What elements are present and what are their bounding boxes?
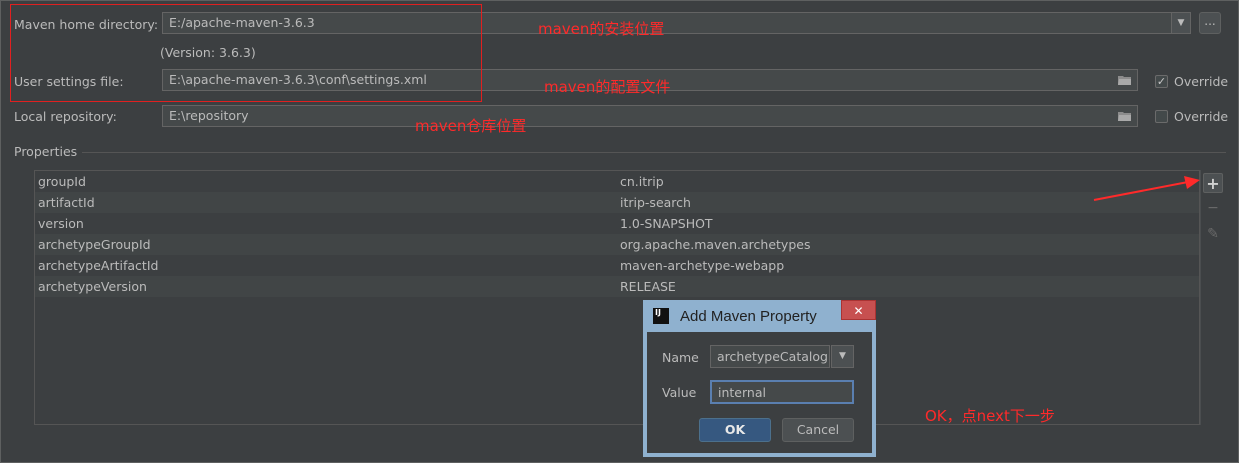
folder-icon[interactable] <box>1118 111 1132 122</box>
property-name-dropdown[interactable]: ▼ <box>831 345 854 368</box>
add-maven-property-dialog: IJ Add Maven Property ✕ Name archetypeCa… <box>643 300 876 457</box>
remove-icon[interactable]: − <box>1203 198 1223 218</box>
ok-button[interactable]: OK <box>699 418 771 442</box>
annotation-box <box>10 4 482 102</box>
annotation-repo-note: maven仓库位置 <box>415 117 527 135</box>
table-row[interactable]: groupId cn.itrip <box>35 171 1199 192</box>
edit-icon[interactable]: ✎ <box>1203 224 1223 244</box>
dialog-value-label: Value <box>662 385 697 400</box>
property-value: RELEASE <box>620 279 676 294</box>
property-key: archetypeArtifactId <box>38 258 159 273</box>
settings-override-label: Override <box>1174 74 1229 89</box>
repo-override-checkbox[interactable] <box>1155 110 1168 123</box>
property-value: cn.itrip <box>620 174 664 189</box>
annotation-home-note: maven的安装位置 <box>538 20 665 38</box>
property-value: org.apache.maven.archetypes <box>620 237 811 252</box>
dialog-name-label: Name <box>662 350 699 365</box>
intellij-logo-icon: IJ <box>653 308 669 324</box>
property-key: artifactId <box>38 195 95 210</box>
folder-icon[interactable] <box>1118 75 1132 86</box>
close-icon: ✕ <box>853 304 864 318</box>
annotation-settings-note: maven的配置文件 <box>544 78 671 96</box>
table-row[interactable]: artifactId itrip-search <box>35 192 1199 213</box>
property-value: itrip-search <box>620 195 691 210</box>
property-key: groupId <box>38 174 86 189</box>
chevron-down-icon: ▼ <box>839 351 846 361</box>
properties-section-label: Properties <box>14 144 78 159</box>
cancel-button[interactable]: Cancel <box>782 418 854 442</box>
dialog-title-bar: IJ Add Maven Property ✕ <box>647 300 876 332</box>
annotation-arrow <box>1093 176 1200 201</box>
table-row[interactable]: archetypeGroupId org.apache.maven.archet… <box>35 234 1199 255</box>
settings-override-checkbox[interactable]: ✓ <box>1155 75 1168 88</box>
dialog-title: Add Maven Property <box>680 308 817 325</box>
annotation-ok-note: OK，点next下一步 <box>925 407 1055 425</box>
chevron-down-icon: ▼ <box>1177 18 1185 28</box>
table-toolbar: + − ✎ <box>1200 170 1224 425</box>
table-row[interactable]: archetypeVersion RELEASE <box>35 276 1199 297</box>
property-value: maven-archetype-webapp <box>620 258 785 273</box>
property-key: archetypeVersion <box>38 279 147 294</box>
section-divider <box>82 152 1226 153</box>
property-key: version <box>38 216 84 231</box>
property-name-combo[interactable]: archetypeCatalog <box>710 345 830 368</box>
maven-home-dropdown[interactable]: ▼ <box>1171 12 1191 34</box>
property-value: 1.0-SNAPSHOT <box>620 216 713 231</box>
check-icon: ✓ <box>1156 75 1167 88</box>
property-key: archetypeGroupId <box>38 237 151 252</box>
repo-override-label: Override <box>1174 109 1229 124</box>
local-repo-label: Local repository: <box>14 109 117 124</box>
close-button[interactable]: ✕ <box>841 300 876 320</box>
properties-table: groupId cn.itrip artifactId itrip-search… <box>34 170 1200 425</box>
property-value-input[interactable]: internal <box>710 380 854 404</box>
maven-home-browse-button[interactable]: ... <box>1199 12 1221 34</box>
table-row[interactable]: archetypeArtifactId maven-archetype-weba… <box>35 255 1199 276</box>
add-icon[interactable]: + <box>1203 173 1223 193</box>
table-row[interactable]: version 1.0-SNAPSHOT <box>35 213 1199 234</box>
local-repo-field[interactable]: E:\repository <box>162 105 1138 127</box>
